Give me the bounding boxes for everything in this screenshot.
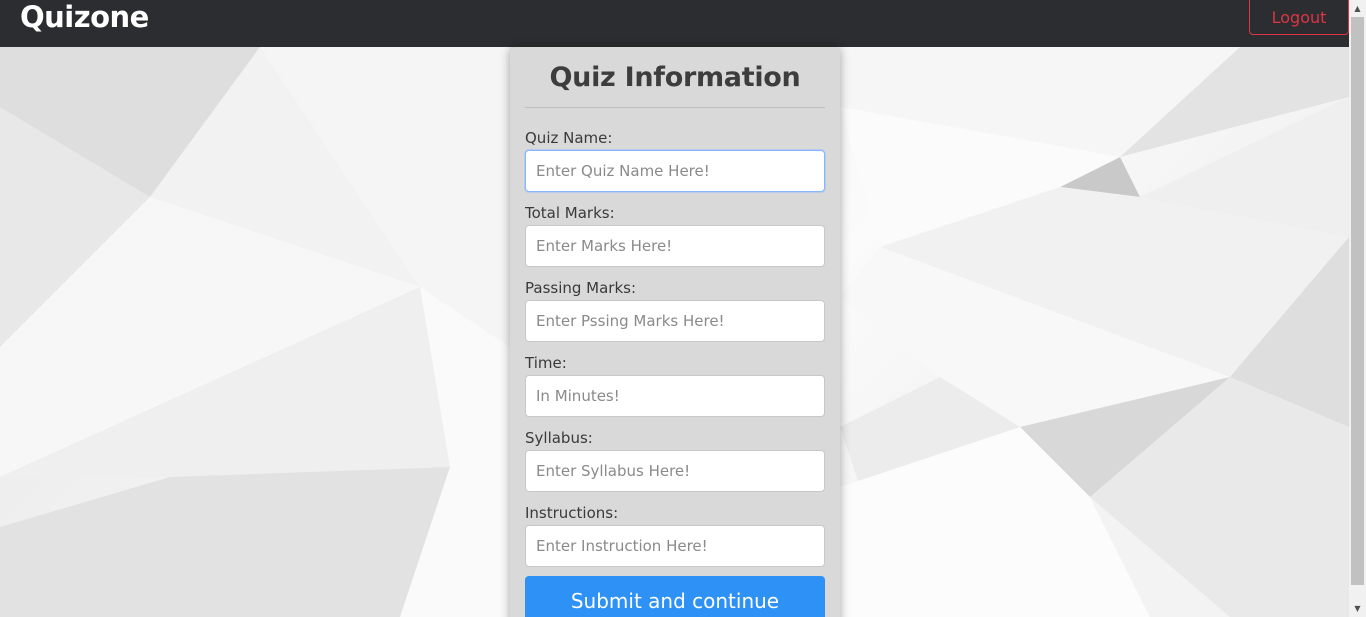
syllabus-label: Syllabus: [525, 429, 593, 447]
card-title: Quiz Information [549, 62, 801, 93]
passing-marks-label: Passing Marks: [525, 279, 637, 297]
quiz-name-label: Quiz Name: [525, 129, 613, 147]
syllabus-input[interactable] [525, 450, 825, 492]
vertical-scrollbar[interactable]: ▲ ▼ [1349, 0, 1366, 617]
top-navbar: Quizone Logout [0, 0, 1349, 47]
brand-logo[interactable]: Quizone [20, 0, 149, 34]
scrollbar-thumb[interactable] [1351, 17, 1364, 585]
instructions-label: Instructions: [525, 504, 619, 522]
submit-continue-button[interactable]: Submit and continue [525, 576, 825, 617]
scroll-up-arrow-icon[interactable]: ▲ [1349, 0, 1366, 17]
quiz-info-card: Quiz Information Quiz Name: Total Marks:… [510, 47, 840, 617]
time-label: Time: [525, 354, 567, 372]
time-input[interactable] [525, 375, 825, 417]
total-marks-label: Total Marks: [525, 204, 615, 222]
title-divider [525, 107, 825, 108]
total-marks-input[interactable] [525, 225, 825, 267]
quiz-name-input[interactable] [525, 150, 825, 192]
scroll-down-arrow-icon[interactable]: ▼ [1349, 600, 1366, 617]
passing-marks-input[interactable] [525, 300, 825, 342]
instructions-input[interactable] [525, 525, 825, 567]
logout-button[interactable]: Logout [1249, 0, 1349, 35]
